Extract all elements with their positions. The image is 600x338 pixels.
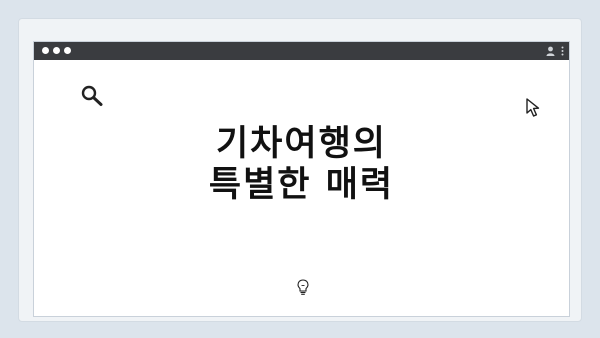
window-controls [42, 47, 71, 54]
lightbulb-icon [297, 279, 309, 295]
browser-window: 기차여행의 특별한 매력 [33, 41, 570, 317]
search-icon [81, 85, 103, 106]
window-titlebar [34, 42, 569, 60]
more-vertical-icon[interactable] [561, 46, 564, 56]
minimize-dot[interactable] [53, 47, 60, 54]
page-title: 기차여행의 특별한 매력 [34, 124, 569, 206]
cursor-arrow-icon [526, 98, 540, 117]
title-line-2: 특별한 매력 [208, 165, 395, 205]
close-dot[interactable] [42, 47, 49, 54]
user-icon[interactable] [546, 46, 555, 56]
maximize-dot[interactable] [64, 47, 71, 54]
window-content: 기차여행의 특별한 매력 [34, 60, 569, 316]
title-line-1: 기차여행의 [215, 124, 387, 164]
